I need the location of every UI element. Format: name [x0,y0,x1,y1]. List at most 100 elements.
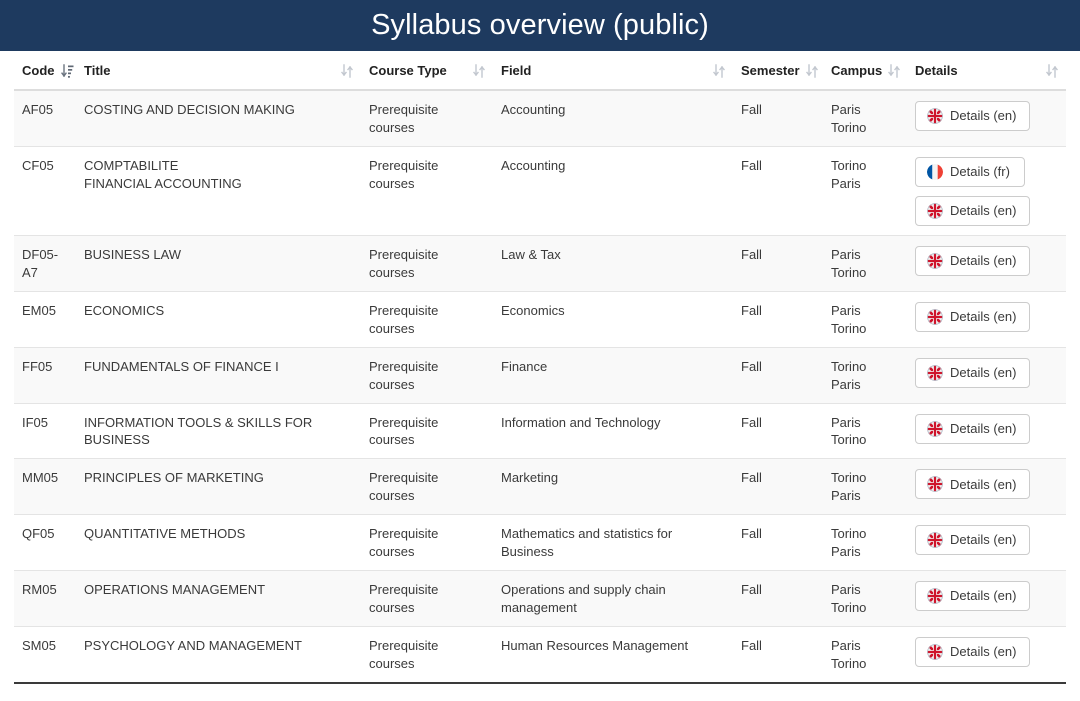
cell-semester-line: Fall [741,157,815,175]
sort-updown-icon[interactable] [1046,64,1058,78]
details-button-en[interactable]: Details (en) [915,469,1030,499]
column-header-details[interactable]: Details [907,51,1066,90]
cell-field: Economics [493,291,733,347]
details-button-en[interactable]: Details (en) [915,414,1030,444]
sort-updown-icon[interactable] [341,64,353,78]
cell-field: Operations and supply chain management [493,571,733,627]
cell-type-line: Prerequisite courses [369,358,485,394]
cell-code: DF05-A7 [14,235,76,291]
sort-updown-icon[interactable] [473,64,485,78]
cell-type: Prerequisite courses [361,403,493,459]
campus-name: Paris [831,637,899,655]
column-header-title[interactable]: Title [76,51,361,90]
sort-updown-icon[interactable] [713,64,725,78]
cell-code: QF05 [14,515,76,571]
column-header-label: Semester [741,63,800,78]
cell-type: Prerequisite courses [361,347,493,403]
cell-details: Details (en) [907,90,1066,146]
details-button-fr[interactable]: Details (fr) [915,157,1025,187]
cell-field: Accounting [493,146,733,235]
uk-flag-icon [927,253,943,269]
uk-flag-icon [927,476,943,492]
details-button-en[interactable]: Details (en) [915,302,1030,332]
uk-flag-icon [927,309,943,325]
sort-updown-icon[interactable] [806,64,818,78]
cell-title: BUSINESS LAW [76,235,361,291]
uk-flag-icon [927,203,943,219]
details-button-en[interactable]: Details (en) [915,196,1030,226]
cell-field: Accounting [493,90,733,146]
column-header-label: Code [22,63,55,78]
cell-campus: ParisTorino [823,235,907,291]
cell-type: Prerequisite courses [361,146,493,235]
table-row: IF05INFORMATION TOOLS & SKILLS FOR BUSIN… [14,403,1066,459]
cell-type: Prerequisite courses [361,235,493,291]
cell-title: OPERATIONS MANAGEMENT [76,571,361,627]
details-button-en[interactable]: Details (en) [915,637,1030,667]
table-row: MM05PRINCIPLES OF MARKETINGPrerequisite … [14,459,1066,515]
table-row: QF05 QUANTITATIVE METHODS Prerequisite cou… [14,515,1066,571]
column-header-campus[interactable]: Campus [823,51,907,90]
details-button-en[interactable]: Details (en) [915,358,1030,388]
campus-name: Paris [831,487,899,505]
column-header-type[interactable]: Course Type [361,51,493,90]
cell-code-line: EM05 [22,302,68,320]
cell-title-line: ECONOMICS [84,302,353,320]
column-header-field[interactable]: Field [493,51,733,90]
cell-type-line: Prerequisite courses [369,525,485,561]
syllabus-table-container: Code Title Course Type Field Semester Campus D… [0,51,1080,684]
column-header-code[interactable]: Code [14,51,76,90]
campus-name: Torino [831,320,899,338]
details-button-label: Details (en) [950,309,1016,325]
campus-name: Paris [831,543,899,561]
column-header-label: Course Type [369,63,447,78]
cell-title: PSYCHOLOGY AND MANAGEMENT [76,627,361,683]
table-row: AF05 COSTING AND DECISION MAKING Prerequis… [14,90,1066,146]
cell-code: MM05 [14,459,76,515]
cell-title-line: QUANTITATIVE METHODS [84,525,353,543]
fr-flag-icon [927,164,943,180]
details-button-label: Details (en) [950,108,1016,124]
cell-field: Information and Technology [493,403,733,459]
details-button-en[interactable]: Details (en) [915,246,1030,276]
details-button-label: Details (en) [950,421,1016,437]
details-button-en[interactable]: Details (en) [915,525,1030,555]
cell-title: COSTING AND DECISION MAKING [76,90,361,146]
cell-type: Prerequisite courses [361,459,493,515]
sort-updown-icon[interactable] [888,64,900,78]
details-button-label: Details (en) [950,253,1016,269]
column-header-semester[interactable]: Semester [733,51,823,90]
cell-semester: Fall [733,515,823,571]
uk-flag-icon [927,588,943,604]
details-button-en[interactable]: Details (en) [915,581,1030,611]
cell-type-line: Prerequisite courses [369,637,485,673]
cell-title: PRINCIPLES OF MARKETING [76,459,361,515]
table-row: CF05COMPTABILITEFINANCIAL ACCOUNTINGPrer… [14,146,1066,235]
cell-field-line: Economics [501,302,725,320]
uk-flag-icon [927,644,943,660]
cell-type-line: Prerequisite courses [369,469,485,505]
cell-title-line: COSTING AND DECISION MAKING [84,101,353,119]
cell-type-line: Prerequisite courses [369,101,485,137]
details-button-en[interactable]: Details (en) [915,101,1030,131]
campus-name: Torino [831,157,899,175]
column-header-label: Field [501,63,531,78]
cell-semester-line: Fall [741,358,815,376]
campus-name: Torino [831,358,899,376]
campus-name: Paris [831,581,899,599]
campus-name: Paris [831,101,899,119]
cell-campus: ParisTorino [823,403,907,459]
cell-title-line: PSYCHOLOGY AND MANAGEMENT [84,637,353,655]
table-body: AF05 COSTING AND DECISION MAKING Prerequis… [14,90,1066,683]
column-header-label: Details [915,63,958,78]
cell-code: AF05 [14,90,76,146]
cell-code-line: QF05 [22,525,68,543]
sort-amount-icon[interactable] [61,64,73,78]
cell-semester-line: Fall [741,246,815,264]
cell-details: Details (en) [907,347,1066,403]
cell-code: EM05 [14,291,76,347]
cell-title: FUNDAMENTALS OF FINANCE I [76,347,361,403]
cell-details: Details (en) [907,403,1066,459]
cell-code: CF05 [14,146,76,235]
cell-code: IF05 [14,403,76,459]
